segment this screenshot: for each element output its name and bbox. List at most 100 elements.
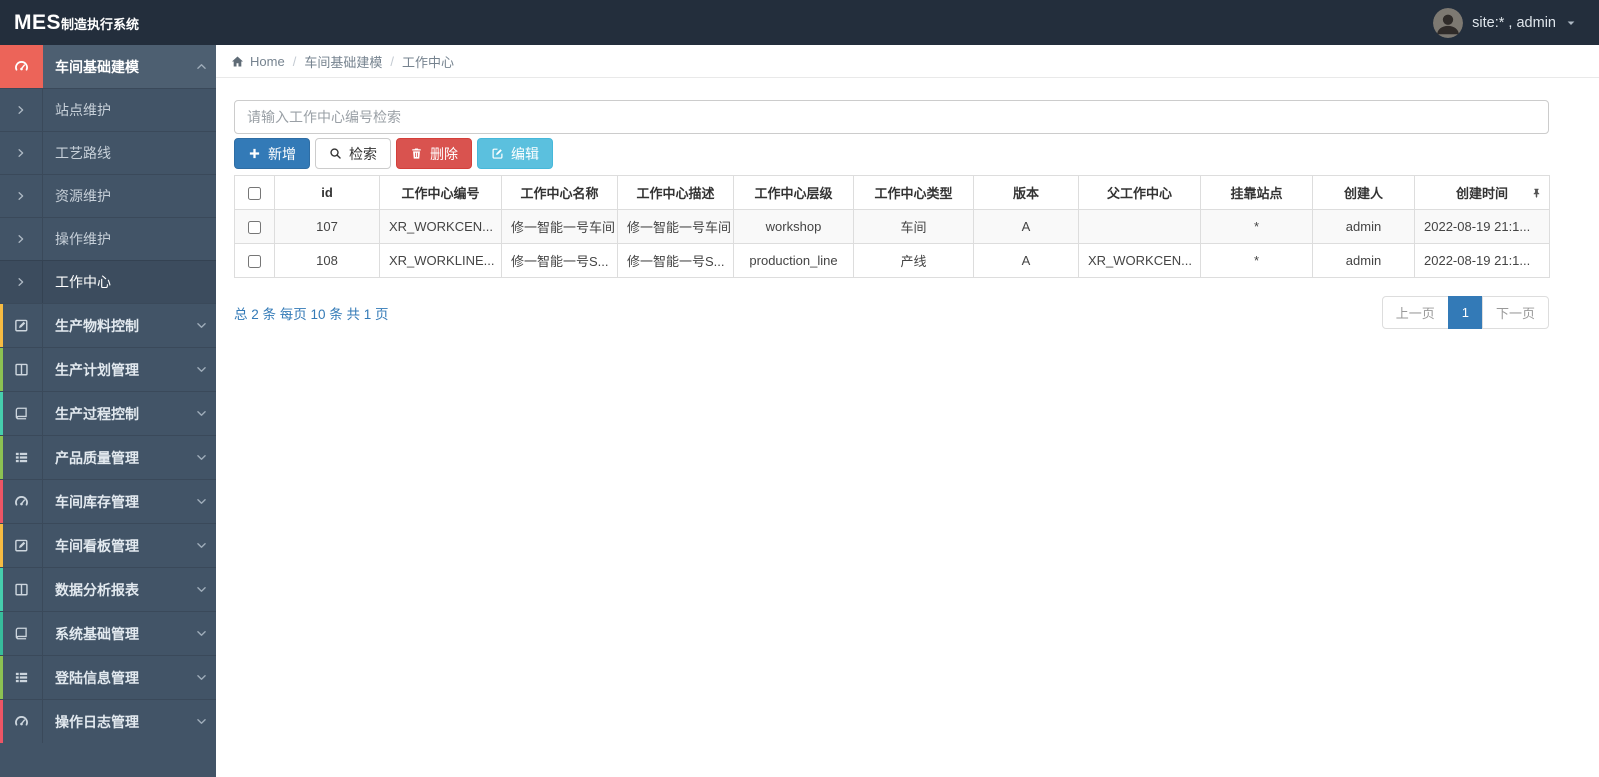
accent-stripe [0, 700, 3, 743]
sidebar-item-车间看板管理[interactable]: 车间看板管理 [0, 523, 216, 567]
sidebar-item-操作日志管理[interactable]: 操作日志管理 [0, 699, 216, 743]
button-label: 删除 [430, 145, 458, 162]
brand-logo: MES 制造执行系统 [0, 11, 216, 35]
column-header-id: id [274, 175, 380, 210]
workcenter-table: id 工作中心编号 工作中心名称 工作中心描述 工作中心层级 工作中心类型 版本 父工作中心挂… [234, 175, 1550, 278]
accent-stripe [0, 392, 3, 435]
cell-id: 107 [274, 209, 380, 244]
columns-icon [0, 348, 43, 391]
sidebar-item-生产计划管理[interactable]: 生产计划管理 [0, 347, 216, 391]
新增-button[interactable]: 新增 [234, 138, 310, 169]
search-input[interactable] [234, 100, 1549, 134]
cell-创建时间: 2022-08-19 21:1... [1414, 209, 1550, 244]
plus-icon [248, 147, 261, 160]
sidebar-item-车间库存管理[interactable]: 车间库存管理 [0, 479, 216, 523]
select-all-checkbox[interactable] [248, 187, 261, 201]
pagination-row: 总 2 条 每页 10 条 共 1 页 上一页 1 下一页 [234, 296, 1549, 329]
column-header-工作中心编号: 工作中心编号 [379, 175, 502, 210]
mes-app: MES 制造执行系统 site:* , admin 车间基础建模站点维护工艺路线资… [0, 0, 1599, 777]
column-header-创建时间: 创建时间 [1414, 175, 1550, 210]
edit-square-icon [0, 304, 43, 347]
prev-page-button[interactable]: 上一页 [1381, 296, 1449, 329]
检索-button[interactable]: 检索 [315, 138, 391, 169]
编辑-button[interactable]: 编辑 [477, 138, 553, 169]
button-label: 检索 [349, 145, 377, 162]
sidebar-subitem-资源维护[interactable]: 资源维护 [0, 174, 216, 217]
sidebar-item-产品质量管理[interactable]: 产品质量管理 [0, 435, 216, 479]
breadcrumb-home[interactable]: Home [250, 54, 285, 69]
chevron-down-icon [186, 496, 216, 507]
sidebar-subitem-工作中心[interactable]: 工作中心 [0, 260, 216, 303]
cell-工作中心描述: 修一智能一号S... [617, 243, 734, 278]
cell-工作中心类型: 产线 [853, 243, 974, 278]
pin-icon[interactable] [1531, 187, 1542, 198]
content: 新增 检索 删除 编辑 id工作中心编号工作中心名称工作中心描述工作中心层级工作中心类… [216, 78, 1599, 329]
sidebar-subitem-操作维护[interactable]: 操作维护 [0, 217, 216, 260]
brand-bold-text: MES [14, 10, 62, 34]
sidebar-item-label: 生产过程控制 [55, 405, 139, 422]
column-header-工作中心类型: 工作中心类型 [853, 175, 974, 210]
chevron-right-icon [0, 218, 43, 260]
sidebar-item-登陆信息管理[interactable]: 登陆信息管理 [0, 655, 216, 699]
cell-挂靠站点: * [1200, 209, 1313, 244]
sidebar-subitem-label: 站点维护 [55, 102, 111, 118]
accent-stripe [0, 304, 3, 347]
cell-工作中心名称: 修一智能一号S... [501, 243, 618, 278]
sidebar-item-生产过程控制[interactable]: 生产过程控制 [0, 391, 216, 435]
row-select-cell [234, 209, 275, 244]
toolbar: 新增 检索 删除 编辑 [234, 138, 1549, 169]
sidebar-item-label: 登陆信息管理 [55, 669, 139, 686]
pagination-summary: 总 2 条 每页 10 条 共 1 页 [234, 306, 389, 322]
list-icon [0, 436, 43, 479]
user-label: site:* , admin [1472, 14, 1556, 31]
column-header-工作中心名称: 工作中心名称 [501, 175, 618, 210]
book-icon [0, 612, 43, 655]
column-header-创建人: 创建人 [1312, 175, 1415, 210]
column-header-工作中心层级: 工作中心层级 [733, 175, 854, 210]
breadcrumb-separator: / [292, 53, 297, 69]
book-icon [0, 392, 43, 435]
button-label: 新增 [268, 145, 296, 162]
sidebar-subitem-工艺路线[interactable]: 工艺路线 [0, 131, 216, 174]
chevron-down-icon [186, 452, 216, 463]
sidebar-item-数据分析报表[interactable]: 数据分析报表 [0, 567, 216, 611]
list-icon [0, 656, 43, 699]
breadcrumb-separator: / [390, 53, 394, 69]
breadcrumb-module[interactable]: 车间基础建模 [304, 52, 382, 71]
cell-创建人: admin [1312, 243, 1415, 278]
column-header-父工作中心: 父工作中心 [1078, 175, 1201, 210]
sidebar-item-生产物料控制[interactable]: 生产物料控制 [0, 303, 216, 347]
pager: 上一页 1 下一页 [1381, 296, 1549, 329]
sidebar-item-车间基础建模[interactable]: 车间基础建模 [0, 45, 216, 88]
row-checkbox[interactable] [248, 221, 261, 235]
sidebar-item-系统基础管理[interactable]: 系统基础管理 [0, 611, 216, 655]
main-area: Home / 车间基础建模 / 工作中心 新增检索删除编辑 id工作中心编号工作… [216, 45, 1599, 777]
columns-icon [0, 568, 43, 611]
sidebar-item-label: 产品质量管理 [55, 449, 139, 466]
next-page-button[interactable]: 下一页 [1481, 296, 1549, 329]
cell-工作中心层级: workshop [733, 209, 854, 244]
page-1-button[interactable]: 1 [1447, 296, 1483, 329]
cell-挂靠站点: * [1200, 243, 1313, 278]
sidebar-subitem-label: 工作中心 [55, 274, 111, 290]
row-checkbox[interactable] [248, 255, 261, 269]
chevron-down-icon [186, 716, 216, 727]
table-row: 107 XR_WORKCEN... 修一智能一号车间 修一智能一号车间 workshop… [234, 209, 1550, 244]
sidebar-subitem-label: 资源维护 [55, 188, 111, 204]
column-header-挂靠站点: 挂靠站点 [1200, 175, 1313, 210]
accent-stripe [0, 480, 3, 523]
删除-button[interactable]: 删除 [396, 138, 472, 169]
cell-创建人: admin [1312, 209, 1415, 244]
sidebar-subitem-label: 工艺路线 [55, 145, 111, 161]
chevron-right-icon [0, 175, 43, 217]
cell-工作中心名称: 修一智能一号车间 [501, 209, 618, 244]
sidebar-item-label: 操作日志管理 [55, 713, 139, 730]
breadcrumb-current: 工作中心 [401, 54, 454, 70]
accent-stripe [0, 568, 3, 611]
sidebar-subitem-站点维护[interactable]: 站点维护 [0, 88, 216, 131]
user-menu[interactable]: site:* , admin [1433, 7, 1599, 38]
table-row: 108 XR_WORKLINE... 修一智能一号S... 修一智能一号S... pro… [234, 243, 1550, 278]
accent-stripe [0, 436, 3, 479]
top-navbar: MES 制造执行系统 site:* , admin [0, 0, 1599, 45]
sidebar-subitem-label: 操作维护 [55, 231, 111, 247]
